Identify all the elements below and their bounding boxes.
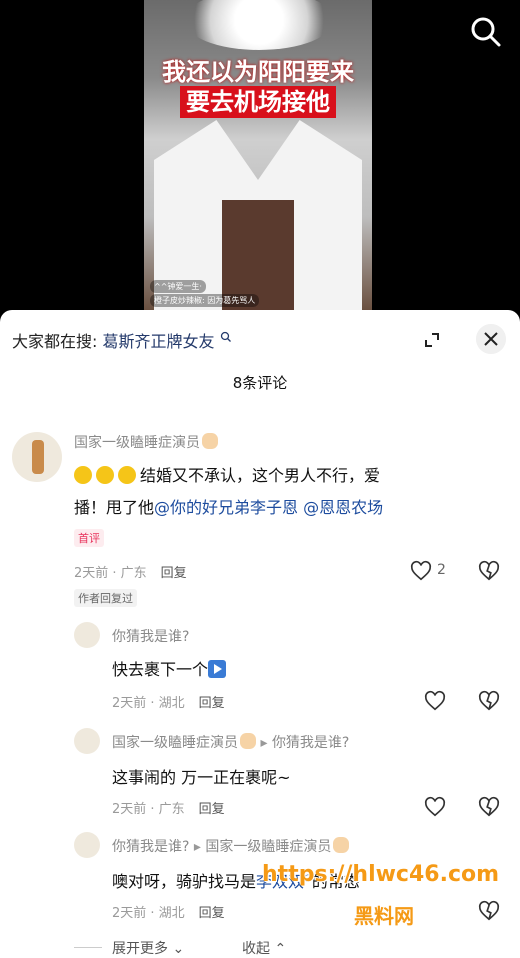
video-player[interactable]: 我还以为阳阳要来 要去机场接他 ^^钟爱一生· 橙子皮炒辣椒: 因为葛先骂人 (0, 0, 520, 310)
reply-arrow-icon: ▸ (193, 839, 201, 855)
avatar-figure-icon (32, 440, 44, 474)
thinking-emoji-icon (74, 466, 92, 484)
comment-text: 结婚又不承认，这个男人不行，爱 (74, 462, 380, 486)
avatar[interactable] (74, 622, 100, 648)
reply-meta: 2天前 · 广东 回复 (112, 802, 225, 817)
reply-meta: 2天前 · 湖北 回复 (112, 696, 225, 711)
avatar[interactable] (12, 432, 62, 482)
trending-prefix: 大家都在搜: (12, 332, 98, 351)
trending-term[interactable]: 葛斯齐正牌女友 (103, 332, 215, 351)
dislike-icon[interactable] (478, 900, 500, 922)
expand-icon[interactable] (418, 326, 446, 354)
author-replied-badge: 作者回复过 (74, 589, 137, 607)
search-small-icon (220, 331, 231, 342)
comment-count: 8条评论 (232, 374, 288, 392)
reply-button[interactable]: 回复 (199, 802, 225, 817)
reply-text: 这事闹的 万一正在裹呢~ (112, 768, 291, 787)
chevron-up-icon: ⌃ (274, 941, 287, 957)
play-emoji-icon (208, 660, 227, 678)
close-icon[interactable] (476, 324, 506, 354)
comment-sheet: 大家都在搜: 葛斯齐正牌女友 8条评论 国家一级瞌睡症演员 结婚又不承认，这个男… (0, 310, 520, 958)
reply-arrow-icon: ▸ (260, 735, 268, 751)
chevron-down-icon: ⌄ (172, 941, 185, 957)
live-comment: ^^钟爱一生· (150, 280, 206, 293)
comment-username[interactable]: 国家一级瞌睡症演员 (74, 432, 218, 452)
mention-link[interactable]: @你的好兄弟李子恩 (154, 498, 298, 517)
avatar[interactable] (74, 728, 100, 754)
reply-button[interactable]: 回复 (199, 906, 225, 921)
dislike-icon[interactable] (478, 690, 500, 712)
wave-emoji-icon (240, 733, 256, 749)
search-icon[interactable] (470, 16, 502, 48)
like-icon[interactable] (424, 796, 446, 818)
blurred-face (184, 0, 334, 50)
like-icon[interactable] (424, 690, 446, 712)
dislike-icon[interactable] (478, 796, 500, 818)
comment-meta: 2天前 · 广东 回复 (74, 566, 187, 581)
reply-button[interactable]: 回复 (199, 696, 225, 711)
like-icon[interactable] (410, 560, 432, 582)
live-comment: 橙子皮炒辣椒: 因为葛先骂人 (150, 294, 260, 307)
reply-text: 快去裹下一个 (112, 656, 227, 680)
watermark-logo-text: 黑料网 (354, 904, 414, 928)
trending-search[interactable]: 大家都在搜: 葛斯齐正牌女友 (12, 328, 232, 352)
reply-to-user[interactable]: 你猜我是谁? (272, 735, 349, 751)
wave-emoji-icon (333, 837, 350, 853)
collapse-button[interactable]: 收起 ⌃ (242, 938, 286, 958)
reply-username[interactable]: 国家一级瞌睡症演员 ▸ 你猜我是谁? (112, 732, 349, 752)
reply-button[interactable]: 回复 (161, 566, 187, 581)
dislike-icon[interactable] (478, 560, 500, 582)
first-comment-badge: 首评 (74, 529, 104, 547)
watermark-url: https://hlwc46.com (262, 862, 500, 887)
video-caption-2: 要去机场接他 (144, 82, 372, 118)
expand-more-button[interactable]: 展开更多 ⌄ (112, 938, 184, 958)
like-count: 2 (437, 562, 446, 578)
reply-username[interactable]: 你猜我是谁? ▸ 国家一级瞌睡症演员 (112, 836, 350, 856)
mention-link[interactable]: @恩恩农场 (303, 498, 383, 517)
expand-divider (74, 947, 102, 948)
reply-to-user[interactable]: 国家一级瞌睡症演员 (205, 839, 331, 855)
thinking-emoji-icon (96, 466, 114, 484)
comment-text-line2: 播！甩了他@你的好兄弟李子恩 @恩恩农场 (74, 498, 384, 517)
reply-username[interactable]: 你猜我是谁? (112, 626, 189, 646)
wave-emoji-icon (202, 433, 218, 449)
reply-meta: 2天前 · 湖北 回复 (112, 906, 225, 921)
thinking-emoji-icon (118, 466, 136, 484)
avatar[interactable] (74, 832, 100, 858)
video-frame: 我还以为阳阳要来 要去机场接他 ^^钟爱一生· 橙子皮炒辣椒: 因为葛先骂人 (144, 0, 372, 310)
